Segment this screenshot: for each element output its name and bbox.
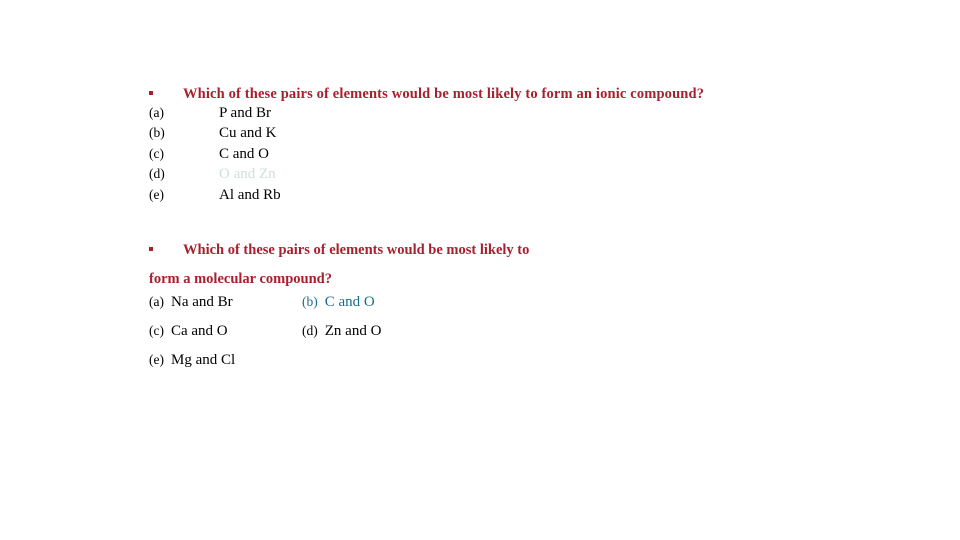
option-row[interactable]: (e) Al and Rb (149, 185, 789, 205)
option-label: (c) (149, 145, 164, 161)
question-block-1: Which of these pairs of elements would b… (149, 85, 789, 205)
answer-label: (b) (302, 294, 318, 309)
question-1-heading: Which of these pairs of elements would b… (183, 86, 705, 102)
answer-label: (d) (302, 323, 318, 338)
answer-option-a[interactable]: (a) Na and Br (149, 294, 302, 311)
answer-row: (e) Mg and Cl (149, 352, 789, 381)
option-label: (d) (149, 166, 165, 182)
slide-canvas: Which of these pairs of elements would b… (0, 0, 960, 540)
option-text: Cu and K (219, 125, 277, 142)
answer-option-e[interactable]: (e) Mg and Cl (149, 352, 302, 369)
answer-option-c[interactable]: (c) Ca and O (149, 323, 302, 340)
answer-option-b-highlighted[interactable]: (b) C and O (302, 294, 375, 311)
answer-option-d[interactable]: (d) Zn and O (302, 323, 381, 340)
answer-label: (e) (149, 352, 164, 367)
question-block-2: Which of these pairs of elements would b… (149, 236, 789, 381)
option-label: (e) (149, 186, 164, 202)
answer-label: (a) (149, 294, 164, 309)
answer-text: Zn and O (324, 323, 382, 339)
option-text: Al and Rb (219, 186, 281, 203)
question-2-answer-grid: (a) Na and Br (b) C and O (c) Ca and O (… (149, 294, 789, 381)
answer-row: (a) Na and Br (b) C and O (149, 294, 789, 323)
option-text: C and O (219, 145, 269, 162)
option-label: (a) (149, 105, 164, 120)
option-row-highlighted[interactable]: (d) O and Zn (149, 164, 789, 184)
option-row[interactable]: (a) P and Br (149, 103, 789, 123)
question-2-heading-line-1: Which of these pairs of elements would b… (183, 242, 530, 258)
question-1-heading-row: Which of these pairs of elements would b… (149, 85, 789, 103)
question-2-heading-line-2: form a molecular compound? (149, 271, 332, 287)
answer-text: C and O (324, 294, 375, 310)
bullet-icon (149, 91, 153, 95)
option-row[interactable]: (c) C and O (149, 144, 789, 164)
question-2-heading-line-2-row: form a molecular compound? (149, 265, 789, 294)
option-text: O and Zn (219, 166, 276, 183)
answer-row: (c) Ca and O (d) Zn and O (149, 323, 789, 352)
answer-text: Mg and Cl (170, 352, 236, 368)
bullet-icon (149, 247, 153, 251)
option-row[interactable]: (b) Cu and K (149, 123, 789, 143)
answer-text: Ca and O (170, 323, 228, 339)
option-label: (b) (149, 125, 165, 141)
question-2-heading-row: Which of these pairs of elements would b… (149, 236, 789, 265)
answer-text: Na and Br (170, 294, 233, 310)
option-text: P and Br (219, 105, 271, 121)
answer-label: (c) (149, 323, 164, 338)
